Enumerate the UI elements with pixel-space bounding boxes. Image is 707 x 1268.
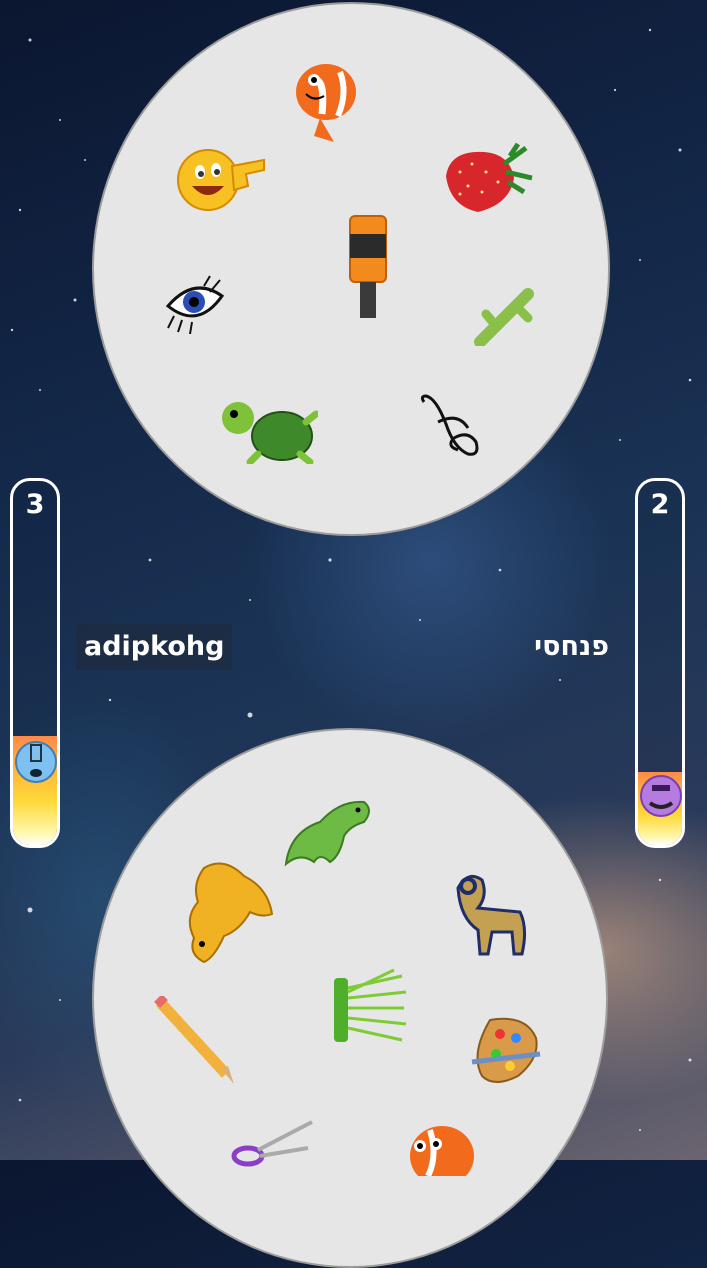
player-right-name: פנחסי [534,631,609,662]
bottom-card [92,728,608,1268]
player-left-avatar [15,739,57,785]
cactus-icon[interactable] [474,284,538,346]
treble-clef-icon[interactable] [418,394,482,460]
pointing-emoji-icon[interactable] [176,146,268,212]
player-left-score: 3 [25,489,45,520]
player-left-name: adipkohg [76,624,233,670]
eye-icon[interactable] [164,272,226,334]
player-right-avatar [640,773,682,819]
paint-palette-icon[interactable] [470,1014,548,1090]
grass-icon[interactable] [332,968,408,1048]
turtle-icon[interactable] [218,394,318,464]
clownfish-icon[interactable] [292,52,362,144]
scissors-icon[interactable] [228,1112,314,1172]
dog-icon[interactable] [184,858,276,966]
pencil-icon[interactable] [154,996,236,1086]
ram-icon[interactable] [448,868,530,956]
player-right-score: 2 [650,489,670,520]
bottle-icon[interactable] [346,214,390,320]
top-card [92,2,610,536]
clownfish-icon[interactable] [406,1116,482,1176]
player-left-meter: 3 [10,478,60,848]
dinosaur-icon[interactable] [280,792,376,868]
strawberry-icon[interactable] [440,142,536,216]
player-right-meter: 2 [635,478,685,848]
